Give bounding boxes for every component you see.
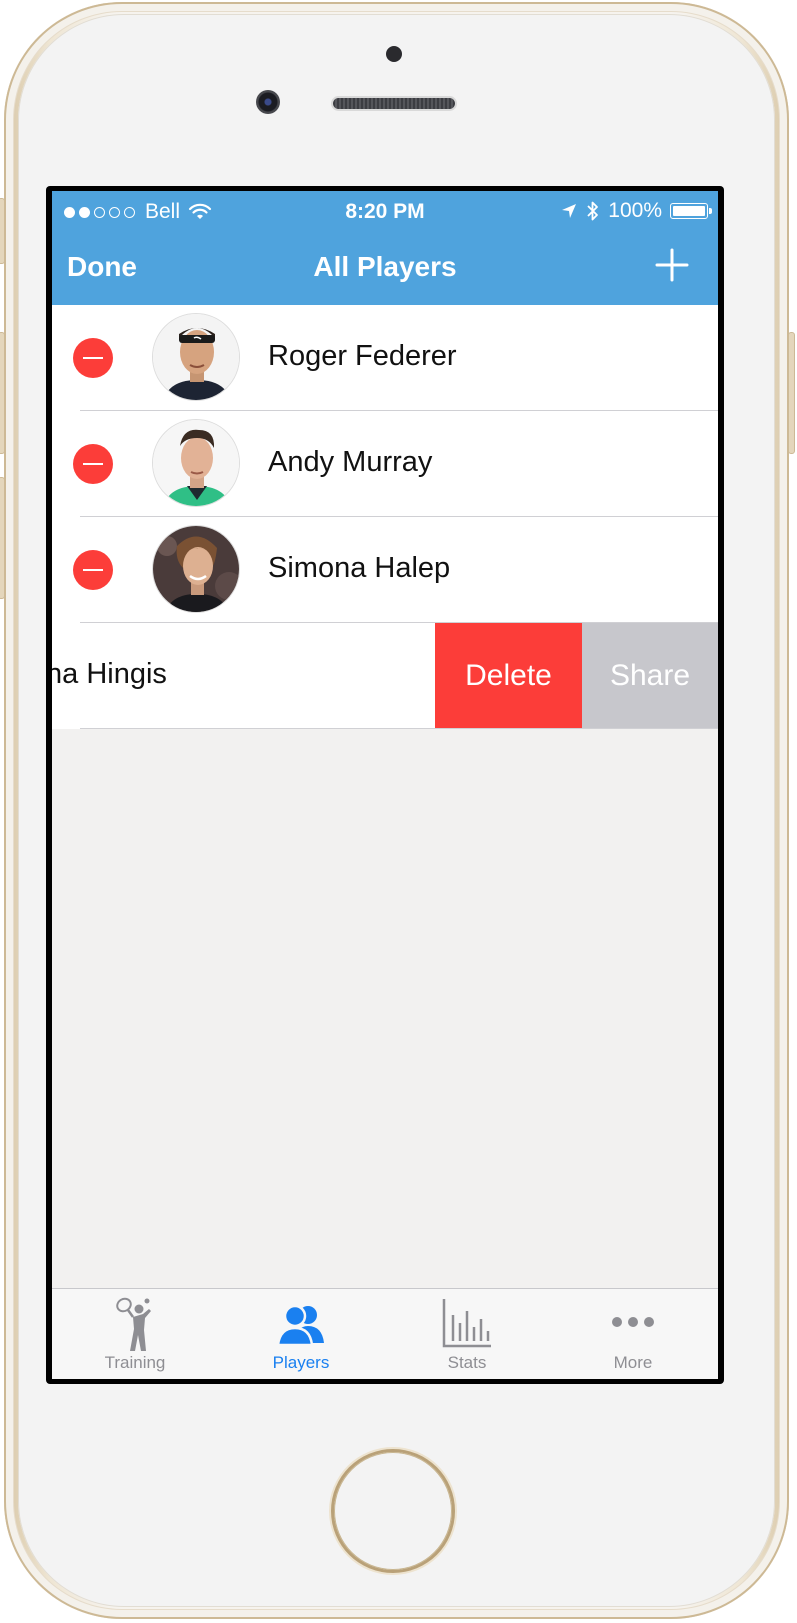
row-separator xyxy=(80,728,718,729)
player-name: Simona Halep xyxy=(268,552,451,584)
bluetooth-icon xyxy=(587,201,599,221)
avatar xyxy=(152,419,240,507)
location-arrow-icon xyxy=(562,204,577,218)
status-right: 100% xyxy=(560,199,712,223)
player-row-hingis-swiped[interactable]: na Hingis Delete Share xyxy=(52,623,718,729)
tab-players[interactable]: Players xyxy=(218,1289,384,1379)
player-name: Roger Federer xyxy=(268,340,457,372)
screen-bezel: Bell 8:20 PM 100% Done All Players Roger… xyxy=(46,186,724,1384)
volume-down-button xyxy=(0,477,5,599)
battery-percent: 100% xyxy=(608,199,662,222)
power-button xyxy=(788,332,795,454)
bar-chart-icon xyxy=(442,1299,491,1348)
delete-action-button[interactable]: Delete xyxy=(435,623,582,729)
delete-toggle-button[interactable] xyxy=(73,444,113,484)
tennis-player-icon xyxy=(116,1297,151,1351)
tab-stats[interactable]: Stats xyxy=(384,1289,550,1379)
tab-label: Stats xyxy=(447,1353,487,1372)
player-row-halep[interactable]: Simona Halep xyxy=(52,517,718,623)
earpiece-speaker xyxy=(333,98,455,109)
tab-training[interactable]: Training xyxy=(52,1289,218,1379)
battery-icon xyxy=(670,203,712,219)
delete-toggle-button[interactable] xyxy=(73,338,113,378)
player-row-murray[interactable]: Andy Murray xyxy=(52,411,718,517)
status-bar: Bell 8:20 PM 100% xyxy=(52,191,718,231)
delete-toggle-button[interactable] xyxy=(73,550,113,590)
volume-up-button xyxy=(0,332,5,454)
mute-switch xyxy=(0,198,5,264)
tab-more[interactable]: More xyxy=(550,1289,716,1379)
tab-label: Players xyxy=(272,1353,330,1372)
share-action-button[interactable]: Share xyxy=(582,623,718,729)
navigation-bar: Done All Players xyxy=(52,231,718,305)
app-display: Bell 8:20 PM 100% Done All Players Roger… xyxy=(52,191,718,1379)
tab-label: Training xyxy=(104,1353,166,1372)
players-icon xyxy=(276,1304,324,1347)
avatar xyxy=(152,525,240,613)
home-button[interactable] xyxy=(334,1452,452,1570)
player-name: Andy Murray xyxy=(268,446,433,478)
proximity-sensor xyxy=(386,46,402,62)
page-title: All Players xyxy=(313,251,457,282)
front-camera xyxy=(256,90,280,114)
tab-bar: Training Players Stats More xyxy=(52,1288,718,1379)
player-row-federer[interactable]: Roger Federer xyxy=(52,305,718,411)
tab-label: More xyxy=(613,1353,653,1372)
more-dots-icon xyxy=(612,1317,654,1327)
player-name: na Hingis xyxy=(52,658,167,690)
players-list: Roger Federer Andy Murray Simona Halep n… xyxy=(52,305,718,729)
avatar xyxy=(152,313,240,401)
add-player-button[interactable] xyxy=(654,247,690,283)
